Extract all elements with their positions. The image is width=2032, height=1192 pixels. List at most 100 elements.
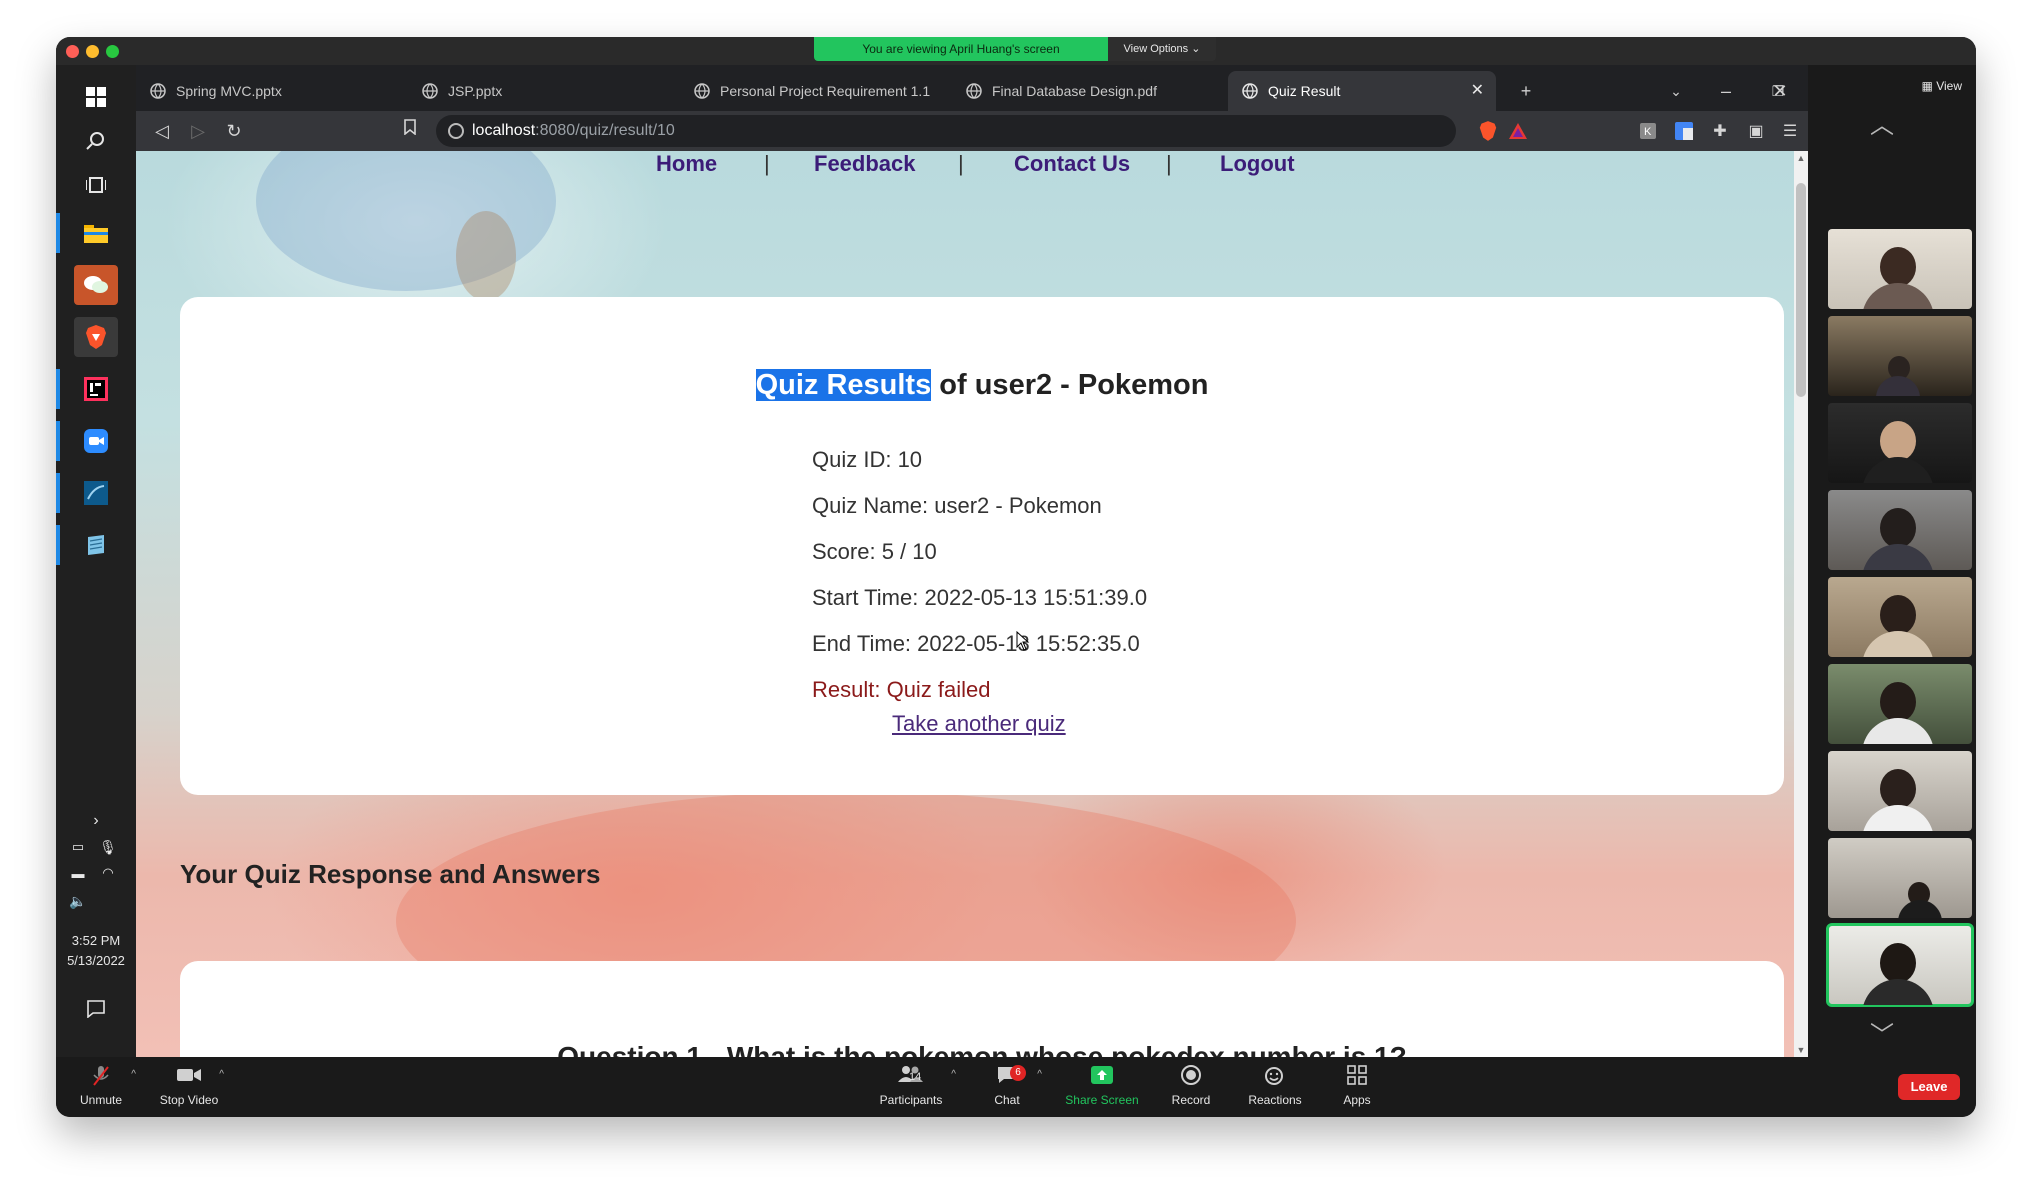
brave-browser-icon[interactable]: [74, 317, 118, 357]
extensions-puzzle-icon[interactable]: ✚: [1708, 119, 1732, 143]
wallet-icon[interactable]: ▣: [1744, 119, 1768, 143]
taskbar-time[interactable]: 3:52 PM: [56, 931, 136, 951]
view-options-button[interactable]: View Options ⌄: [1108, 37, 1216, 61]
leave-button[interactable]: Leave: [1898, 1074, 1960, 1100]
windows-taskbar: › ▭ 🎙 ▬ ◠ 🔈 3:52 PM 5/13/2022: [56, 65, 136, 1057]
mysql-workbench-icon[interactable]: [74, 473, 118, 513]
windows-start-icon[interactable]: [74, 77, 118, 117]
minimize-icon[interactable]: –: [1706, 71, 1746, 111]
address-bar[interactable]: localhost:8080/quiz/result/10: [436, 115, 1456, 147]
brave-rewards-icon[interactable]: [1506, 119, 1530, 143]
minimize-window-button[interactable]: [86, 45, 99, 58]
page-viewport: Home | Feedback | Contact Us | Logout Qu…: [136, 151, 1794, 1057]
quiz-name: Quiz Name: user2 - Pokemon: [812, 493, 1102, 518]
nav-separator: |: [1166, 151, 1172, 176]
wifi-icon[interactable]: ◠: [94, 853, 122, 893]
chevron-down-icon: ⌄: [1191, 43, 1201, 55]
nav-contact-link[interactable]: Contact Us: [1014, 151, 1130, 177]
caret-up-icon[interactable]: ^: [951, 1069, 956, 1080]
reload-icon[interactable]: ↻: [216, 111, 252, 151]
share-screen-button[interactable]: Share Screen: [1050, 1065, 1154, 1107]
tab-spring-mvc[interactable]: Spring MVC.pptx: [136, 71, 408, 111]
stop-video-button[interactable]: Stop Video ^: [144, 1065, 234, 1107]
wechat-icon[interactable]: [74, 265, 118, 305]
caret-up-icon[interactable]: ^: [131, 1069, 136, 1080]
chat-unread-badge: 6: [1010, 1065, 1026, 1081]
participant-video[interactable]: [1828, 838, 1972, 918]
bookmark-icon[interactable]: [392, 111, 428, 151]
close-tab-icon[interactable]: ✕: [1471, 71, 1484, 111]
chat-button[interactable]: 6 Chat ^: [962, 1065, 1052, 1107]
close-browser-icon[interactable]: ✕: [1760, 71, 1800, 111]
participant-video[interactable]: [1828, 316, 1972, 396]
caret-up-icon[interactable]: ^: [219, 1069, 224, 1080]
forward-icon[interactable]: ▷: [180, 111, 216, 151]
participant-body: [1862, 544, 1934, 570]
notepad-icon[interactable]: [74, 525, 118, 565]
back-icon[interactable]: ◁: [144, 111, 180, 151]
gallery-up-icon[interactable]: ︿: [1870, 105, 1894, 140]
file-explorer-icon[interactable]: [74, 213, 118, 253]
page-scrollbar[interactable]: ▲ ▼: [1794, 151, 1808, 1057]
search-icon[interactable]: [74, 121, 118, 161]
translate-icon[interactable]: [1672, 119, 1696, 143]
tab-quiz-result[interactable]: Quiz Result ✕: [1228, 71, 1496, 111]
tab-personal-project[interactable]: Personal Project Requirement 1.1: [680, 71, 952, 111]
browser-toolbar: ◁ ▷ ↻ localhost:8080/quiz/result/10 K ✚ …: [136, 111, 1808, 151]
participant-video[interactable]: [1828, 664, 1972, 744]
view-button[interactable]: ▦ View: [1922, 79, 1962, 93]
close-window-button[interactable]: [66, 45, 79, 58]
nav-home-link[interactable]: Home: [656, 151, 717, 177]
grid-icon: ▦: [1921, 79, 1933, 93]
participant-body: [1862, 805, 1934, 831]
title-bar: You are viewing April Huang's screen Vie…: [56, 37, 1976, 65]
scroll-down-icon[interactable]: ▼: [1794, 1043, 1808, 1057]
tab-database-design[interactable]: Final Database Design.pdf: [952, 71, 1224, 111]
share-screen-label: Share Screen: [1065, 1093, 1139, 1107]
active-indicator: [56, 525, 60, 565]
participants-button[interactable]: 14 Participants ^: [856, 1065, 966, 1107]
scroll-up-icon[interactable]: ▲: [1794, 151, 1808, 165]
tab-search-icon[interactable]: ⌄: [1656, 71, 1696, 111]
tab-label: Final Database Design.pdf: [992, 83, 1157, 99]
taskbar-date[interactable]: 5/13/2022: [56, 951, 136, 971]
volume-icon[interactable]: 🔈: [64, 881, 92, 921]
active-speaker-video[interactable]: [1826, 923, 1974, 1007]
record-button[interactable]: Record: [1146, 1065, 1236, 1107]
quiz-result-status: Result: Quiz failed: [812, 677, 991, 702]
record-icon: [1146, 1065, 1236, 1089]
unmute-button[interactable]: Unmute ^: [56, 1065, 146, 1107]
tab-jsp[interactable]: JSP.pptx: [408, 71, 680, 111]
browser-window: Spring MVC.pptx JSP.pptx Personal Projec…: [136, 65, 1808, 1057]
participant-video[interactable]: [1828, 751, 1972, 831]
nav-logout-link[interactable]: Logout: [1220, 151, 1295, 177]
background-art: [456, 211, 516, 301]
notifications-icon[interactable]: [74, 989, 118, 1029]
globe-icon: [694, 83, 710, 99]
menu-icon[interactable]: ☰: [1778, 119, 1802, 143]
extension-k-icon[interactable]: K: [1636, 119, 1660, 143]
participant-video[interactable]: [1828, 577, 1972, 657]
record-label: Record: [1171, 1093, 1211, 1107]
take-another-quiz-link[interactable]: Take another quiz: [892, 711, 1066, 737]
site-info-icon[interactable]: [448, 123, 464, 139]
apps-button[interactable]: Apps: [1312, 1065, 1402, 1107]
brave-shields-icon[interactable]: [1476, 119, 1500, 143]
task-view-icon[interactable]: [74, 165, 118, 205]
zoom-app-icon[interactable]: [74, 421, 118, 461]
nav-feedback-link[interactable]: Feedback: [814, 151, 916, 177]
participant-avatar: [1880, 421, 1916, 461]
reactions-button[interactable]: Reactions: [1230, 1065, 1320, 1107]
participant-avatar: [1880, 943, 1916, 983]
participant-video[interactable]: [1828, 403, 1972, 483]
active-indicator: [56, 369, 60, 409]
caret-up-icon[interactable]: ^: [1037, 1069, 1042, 1080]
participant-video[interactable]: [1828, 490, 1972, 570]
participant-video[interactable]: [1828, 229, 1972, 309]
participant-body: [1862, 283, 1934, 309]
intellij-icon[interactable]: [74, 369, 118, 409]
maximize-window-button[interactable]: [106, 45, 119, 58]
new-tab-button[interactable]: +: [1506, 71, 1546, 111]
gallery-down-icon[interactable]: ﹀: [1870, 1015, 1894, 1050]
scroll-thumb[interactable]: [1796, 183, 1806, 397]
